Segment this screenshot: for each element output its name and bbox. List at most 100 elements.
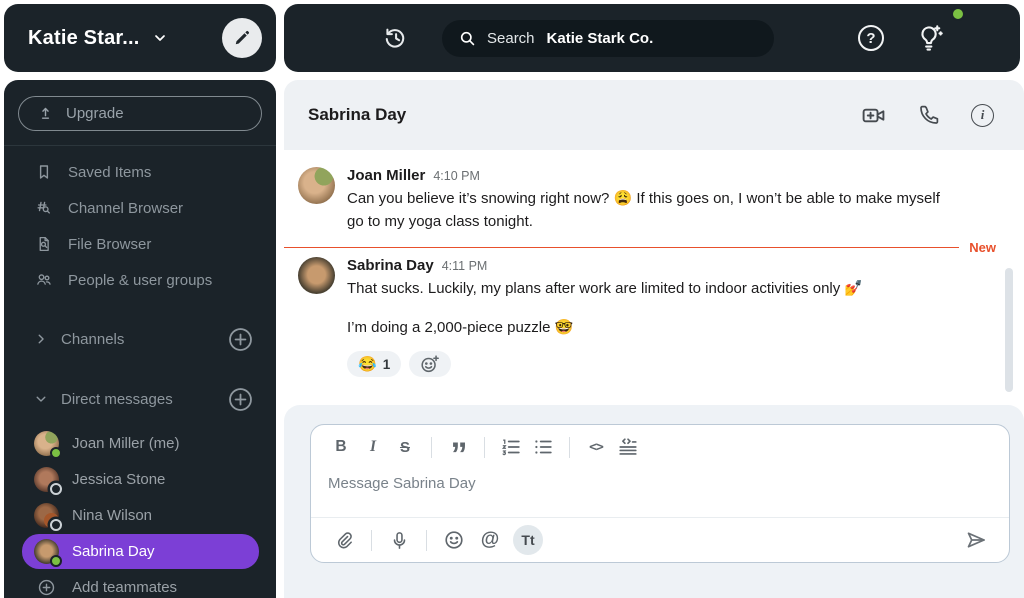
message-author[interactable]: Joan Miller bbox=[347, 167, 425, 184]
format-toggle-button[interactable]: Tt bbox=[513, 525, 543, 555]
message-input[interactable]: Message Sabrina Day bbox=[311, 460, 1009, 492]
direct-messages-label: Direct messages bbox=[61, 390, 173, 408]
search-workspace-name: Katie Stark Co. bbox=[546, 30, 654, 47]
people-icon bbox=[35, 271, 54, 289]
sidebar-item-label: Channel Browser bbox=[68, 199, 184, 217]
reaction-emoji: 😂 bbox=[358, 356, 377, 373]
new-message-button[interactable] bbox=[222, 18, 262, 58]
direct-messages-section[interactable]: Direct messages bbox=[4, 381, 276, 417]
dm-name: Jessica Stone bbox=[72, 471, 166, 488]
sidebar-item-label: Saved Items bbox=[68, 163, 152, 181]
sidebar: Upgrade Saved Items Channel Browser File… bbox=[4, 80, 276, 598]
message-author[interactable]: Sabrina Day bbox=[347, 257, 434, 274]
upgrade-label: Upgrade bbox=[66, 105, 124, 122]
reaction-pill[interactable]: 😂 1 bbox=[347, 351, 402, 377]
add-dm-button[interactable] bbox=[227, 386, 254, 413]
strikethrough-button[interactable]: S bbox=[391, 434, 419, 460]
dm-name: Joan Miller (me) bbox=[72, 435, 180, 452]
phone-icon[interactable] bbox=[917, 103, 941, 127]
chat-header: Sabrina Day i bbox=[284, 80, 1024, 150]
chevron-right-icon bbox=[34, 332, 48, 346]
top-bar: Search Katie Stark Co. ? bbox=[284, 4, 1020, 72]
message-sabrina[interactable]: Sabrina Day 4:11 PM That sucks. Luckily,… bbox=[284, 256, 1024, 377]
format-toolbar: B I S ” <> bbox=[311, 425, 1009, 472]
history-icon[interactable] bbox=[382, 25, 408, 51]
whats-new-button[interactable] bbox=[914, 23, 944, 53]
dm-item-sabrina-day[interactable]: Sabrina Day bbox=[22, 534, 259, 569]
avatar bbox=[34, 467, 62, 495]
channels-label: Channels bbox=[61, 330, 125, 348]
pencil-icon bbox=[232, 28, 252, 48]
upload-icon bbox=[37, 105, 54, 122]
composer-region: B I S ” <> Message Sabrina Day @ Tt bbox=[284, 405, 1024, 598]
divider-line bbox=[284, 246, 960, 248]
help-button[interactable]: ? bbox=[858, 25, 884, 51]
new-label: New bbox=[969, 239, 996, 255]
audio-clip-button[interactable] bbox=[384, 525, 414, 555]
toolbar-divider bbox=[431, 436, 432, 458]
paperclip-icon bbox=[334, 530, 355, 551]
sidebar-item-people[interactable]: People & user groups bbox=[4, 262, 276, 298]
info-icon: i bbox=[971, 103, 994, 127]
dm-item-joan-miller[interactable]: Joan Miller (me) bbox=[22, 426, 259, 461]
channels-section[interactable]: Channels bbox=[4, 321, 276, 357]
new-messages-divider: New bbox=[284, 240, 1024, 255]
sidebar-item-channel-browser[interactable]: Channel Browser bbox=[4, 190, 276, 226]
ordered-list-button[interactable] bbox=[497, 434, 525, 460]
dm-item-nina-wilson[interactable]: Nina Wilson bbox=[22, 498, 259, 533]
chevron-down-icon bbox=[34, 392, 48, 406]
plus-circle-icon bbox=[34, 578, 59, 597]
workspace-switcher[interactable]: Katie Star... bbox=[4, 4, 276, 72]
message-composer[interactable]: B I S ” <> Message Sabrina Day @ Tt bbox=[310, 424, 1010, 563]
message-timestamp: 4:10 PM bbox=[433, 169, 480, 183]
dm-item-jessica-stone[interactable]: Jessica Stone bbox=[22, 462, 259, 497]
add-teammates-button[interactable]: Add teammates bbox=[22, 570, 259, 598]
send-button[interactable] bbox=[961, 525, 991, 555]
toolbar-divider bbox=[371, 529, 372, 551]
help-icon: ? bbox=[858, 25, 884, 51]
message-text: I’m doing a 2,000-piece puzzle 🤓 bbox=[347, 318, 574, 336]
blockquote-button[interactable]: ” bbox=[444, 434, 472, 472]
code-button[interactable]: <> bbox=[582, 434, 610, 460]
add-teammates-label: Add teammates bbox=[72, 579, 178, 596]
status-dot-offline bbox=[50, 519, 62, 531]
search-input[interactable]: Search Katie Stark Co. bbox=[442, 20, 774, 57]
message-joan[interactable]: Joan Miller 4:10 PM Can you believe it’s… bbox=[284, 167, 1024, 234]
add-channel-button[interactable] bbox=[227, 326, 254, 353]
sidebar-item-label: People & user groups bbox=[68, 271, 213, 289]
chat-title[interactable]: Sabrina Day bbox=[308, 105, 406, 125]
info-button[interactable]: i bbox=[971, 103, 994, 127]
file-browser-icon bbox=[35, 235, 54, 253]
lightbulb-icon bbox=[914, 23, 944, 53]
upgrade-button[interactable]: Upgrade bbox=[18, 96, 262, 131]
reaction-count: 1 bbox=[382, 356, 391, 372]
bold-button[interactable]: B bbox=[327, 434, 355, 460]
status-dot-online bbox=[50, 555, 62, 567]
avatar bbox=[34, 539, 62, 567]
add-reaction-button[interactable] bbox=[409, 351, 452, 377]
toolbar-divider bbox=[426, 529, 427, 551]
scrollbar-thumb[interactable] bbox=[1005, 268, 1013, 392]
message-list: Joan Miller 4:10 PM Can you believe it’s… bbox=[284, 150, 1024, 405]
status-dot-online bbox=[951, 7, 965, 21]
dm-name: Nina Wilson bbox=[72, 507, 153, 524]
dm-name: Sabrina Day bbox=[72, 543, 155, 560]
status-dot-offline bbox=[50, 483, 62, 495]
add-reaction-icon bbox=[419, 353, 441, 375]
attach-file-button[interactable] bbox=[329, 525, 359, 555]
avatar bbox=[298, 167, 335, 204]
message-text: Can you believe it’s snowing right now? … bbox=[347, 190, 940, 231]
italic-button[interactable]: I bbox=[359, 434, 387, 460]
sidebar-item-saved-items[interactable]: Saved Items bbox=[4, 154, 276, 190]
sidebar-item-file-browser[interactable]: File Browser bbox=[4, 226, 276, 262]
mention-button[interactable]: @ bbox=[475, 525, 505, 555]
chevron-down-icon bbox=[152, 30, 168, 46]
video-call-button[interactable] bbox=[860, 102, 887, 129]
send-icon bbox=[964, 528, 988, 552]
avatar bbox=[34, 431, 62, 459]
emoji-button[interactable] bbox=[439, 525, 469, 555]
toolbar-divider bbox=[484, 436, 485, 458]
channel-browser-icon bbox=[35, 199, 54, 217]
bullet-list-button[interactable] bbox=[529, 434, 557, 460]
code-block-button[interactable] bbox=[614, 434, 642, 460]
